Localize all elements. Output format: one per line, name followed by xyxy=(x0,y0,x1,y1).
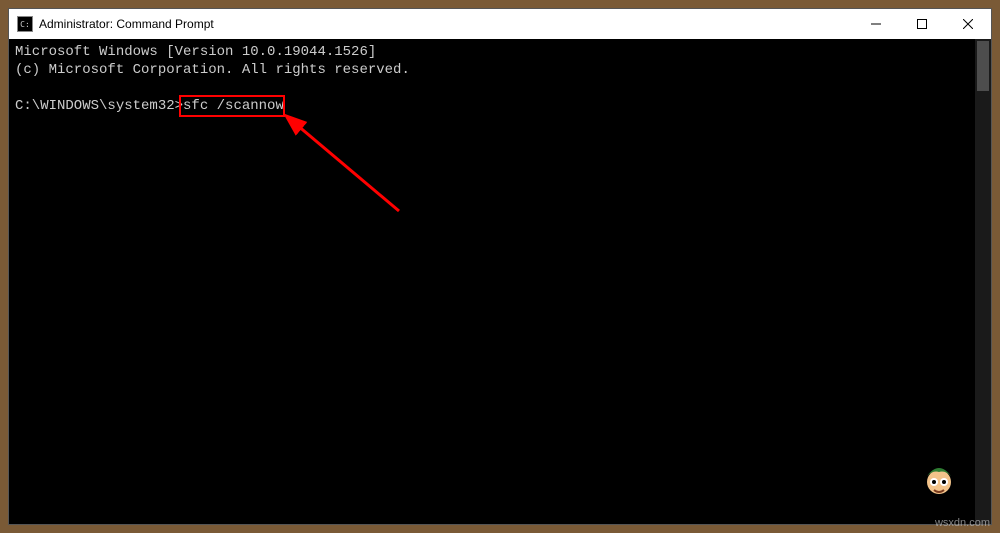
typed-command: sfc /scannow xyxy=(183,98,284,114)
maximize-button[interactable] xyxy=(899,9,945,39)
copyright-line: (c) Microsoft Corporation. All rights re… xyxy=(15,62,410,78)
annotation-arrow-icon xyxy=(279,111,419,231)
prompt: C:\WINDOWS\system32> xyxy=(15,98,183,114)
scrollbar[interactable] xyxy=(975,39,991,524)
command-prompt-window: C: Administrator: Command Prompt Microso… xyxy=(8,8,992,525)
terminal-area[interactable]: Microsoft Windows [Version 10.0.19044.15… xyxy=(9,39,991,524)
version-line: Microsoft Windows [Version 10.0.19044.15… xyxy=(15,44,376,60)
titlebar[interactable]: C: Administrator: Command Prompt xyxy=(9,9,991,39)
mascot-icon xyxy=(919,458,959,498)
scrollbar-thumb[interactable] xyxy=(977,41,989,91)
minimize-button[interactable] xyxy=(853,9,899,39)
window-title: Administrator: Command Prompt xyxy=(39,17,214,31)
watermark: wsxdn.com xyxy=(935,517,990,529)
cmd-icon: C: xyxy=(17,16,33,32)
close-button[interactable] xyxy=(945,9,991,39)
